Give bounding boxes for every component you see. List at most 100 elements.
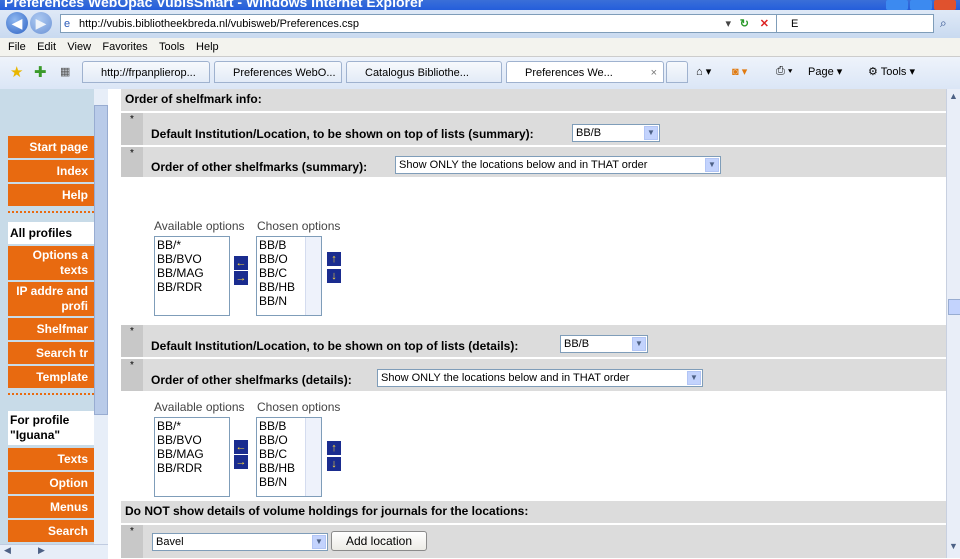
move-right-button[interactable]: → bbox=[234, 271, 248, 285]
address-bar-row: ◀ ▶ e http://vubis.bibliotheekbreda.nl/v… bbox=[0, 10, 960, 38]
list-scrollbar[interactable] bbox=[305, 418, 321, 496]
search-input[interactable]: E bbox=[776, 14, 934, 33]
forward-button[interactable]: ▶ bbox=[30, 12, 52, 34]
search-icon[interactable]: ⌕ bbox=[940, 16, 947, 31]
favorites-star-icon[interactable]: ★ bbox=[10, 63, 23, 81]
sidebar-template[interactable]: Template bbox=[8, 366, 94, 388]
list-item[interactable]: BB/RDR bbox=[157, 280, 227, 294]
close-window-button[interactable] bbox=[934, 0, 956, 10]
sidebar-menus[interactable]: Menus bbox=[8, 496, 94, 518]
print-icon[interactable]: ⎙ ▾ bbox=[776, 65, 792, 78]
tab-label: Preferences We... bbox=[525, 67, 613, 79]
ie-page-icon: e bbox=[64, 18, 71, 30]
order-shelfmarks-details-label: Order of other shelfmarks (details): bbox=[151, 373, 352, 387]
tab-preferences-webo[interactable]: Preferences WebO... bbox=[214, 61, 342, 83]
quick-tabs-icon[interactable]: ▦ bbox=[60, 65, 70, 78]
new-tab-button[interactable] bbox=[666, 61, 688, 83]
chevron-down-icon: ▼ bbox=[644, 126, 658, 140]
sidebar-search[interactable]: Search bbox=[8, 520, 94, 542]
row-marker: * bbox=[121, 113, 143, 145]
home-icon[interactable]: ⌂ ▾ bbox=[696, 65, 711, 78]
scroll-up-icon[interactable]: ▲ bbox=[949, 91, 958, 101]
move-up-button[interactable]: ↑ bbox=[327, 252, 341, 266]
stop-icon[interactable]: ✕ bbox=[760, 15, 769, 34]
scroll-right-icon[interactable]: ▶ bbox=[38, 545, 45, 556]
tab-frpanplierop[interactable]: http://frpanplierop... bbox=[82, 61, 210, 83]
add-location-button[interactable]: Add location bbox=[331, 531, 427, 551]
list-item[interactable]: BB/MAG bbox=[157, 447, 227, 461]
chevron-down-icon: ▼ bbox=[705, 158, 719, 172]
chosen-options-summary-list[interactable]: BB/B BB/O BB/C BB/HB BB/N bbox=[256, 236, 322, 316]
tab-preferences-we-active[interactable]: Preferences We... × bbox=[506, 61, 664, 83]
sidebar-ip-address[interactable]: IP addre and profi bbox=[8, 282, 94, 316]
sidebar-divider bbox=[8, 211, 94, 217]
list-item[interactable]: BB/MAG bbox=[157, 266, 227, 280]
scroll-down-icon[interactable]: ▼ bbox=[949, 541, 958, 551]
list-item[interactable]: BB/RDR bbox=[157, 461, 227, 475]
search-text: E bbox=[791, 18, 799, 30]
sidebar-index[interactable]: Index bbox=[8, 160, 94, 182]
order-shelfmarks-summary-label: Order of other shelfmarks (summary): bbox=[151, 160, 368, 174]
default-location-details-select[interactable]: BB/B ▼ bbox=[560, 335, 648, 353]
list-scrollbar[interactable] bbox=[305, 237, 321, 315]
minimize-button[interactable] bbox=[886, 0, 908, 10]
available-options-header: Available options bbox=[154, 219, 245, 233]
location-select[interactable]: Bavel ▼ bbox=[152, 533, 328, 551]
move-down-button[interactable]: ↓ bbox=[327, 457, 341, 471]
order-shelfmarks-summary-row: * Order of other shelfmarks (summary): S… bbox=[121, 147, 946, 177]
sidebar-texts[interactable]: Texts bbox=[8, 448, 94, 470]
row-marker: * bbox=[121, 147, 143, 177]
tools-menu[interactable]: ⚙ Tools ▾ bbox=[868, 65, 915, 78]
list-item[interactable]: BB/* bbox=[157, 419, 227, 433]
move-down-button[interactable]: ↓ bbox=[327, 269, 341, 283]
gear-icon: ⚙ bbox=[868, 66, 881, 78]
menu-tools[interactable]: Tools bbox=[159, 38, 185, 56]
sidebar-search-tr[interactable]: Search tr bbox=[8, 342, 94, 364]
refresh-icon[interactable]: ↻ bbox=[740, 15, 749, 34]
menu-bar: File Edit View Favorites Tools Help bbox=[0, 38, 960, 57]
move-left-button[interactable]: ← bbox=[234, 440, 248, 454]
chosen-options-header: Chosen options bbox=[257, 400, 341, 414]
available-options-summary-list[interactable]: BB/* BB/BVO BB/MAG BB/RDR bbox=[154, 236, 230, 316]
menu-file[interactable]: File bbox=[8, 38, 26, 56]
sidebar-help[interactable]: Help bbox=[8, 184, 94, 206]
tab-close-icon[interactable]: × bbox=[651, 62, 657, 82]
menu-favorites[interactable]: Favorites bbox=[102, 38, 147, 56]
sidebar-start-page[interactable]: Start page bbox=[8, 136, 94, 158]
section-title: Order of shelfmark info: bbox=[125, 92, 262, 106]
page-menu[interactable]: Page ▾ bbox=[808, 65, 842, 78]
default-location-summary-row: * Default Institution/Location, to be sh… bbox=[121, 113, 946, 145]
menu-view[interactable]: View bbox=[67, 38, 91, 56]
menu-edit[interactable]: Edit bbox=[37, 38, 56, 56]
url-dropdown-icon[interactable]: ▾ bbox=[725, 15, 731, 34]
list-item[interactable]: BB/BVO bbox=[157, 252, 227, 266]
move-up-button[interactable]: ↑ bbox=[327, 441, 341, 455]
menu-help[interactable]: Help bbox=[196, 38, 219, 56]
url-input[interactable]: e http://vubis.bibliotheekbreda.nl/vubis… bbox=[60, 14, 780, 33]
add-favorite-icon[interactable]: ✚ bbox=[34, 63, 47, 81]
row-marker: * bbox=[121, 359, 143, 391]
sidebar-shelfmark[interactable]: Shelfmar bbox=[8, 318, 94, 340]
move-left-button[interactable]: ← bbox=[234, 256, 248, 270]
sidebar-options[interactable]: Option bbox=[8, 472, 94, 494]
scroll-left-icon[interactable]: ◀ bbox=[4, 545, 11, 556]
sidebar-options-texts[interactable]: Options a texts bbox=[8, 246, 94, 280]
feeds-icon[interactable]: ◙ ▾ bbox=[732, 65, 747, 78]
default-location-summary-select[interactable]: BB/B ▼ bbox=[572, 124, 660, 142]
page-scrollbar[interactable]: ▲ ▼ bbox=[946, 89, 960, 558]
default-location-details-row: * Default Institution/Location, to be sh… bbox=[121, 325, 946, 357]
order-shelfmarks-summary-select[interactable]: Show ONLY the locations below and in THA… bbox=[395, 156, 721, 174]
chosen-options-details-list[interactable]: BB/B BB/O BB/C BB/HB BB/N bbox=[256, 417, 322, 497]
move-right-button[interactable]: → bbox=[234, 455, 248, 469]
order-shelfmarks-details-select[interactable]: Show ONLY the locations below and in THA… bbox=[377, 369, 703, 387]
tab-label: http://frpanplierop... bbox=[101, 67, 196, 79]
list-item[interactable]: BB/BVO bbox=[157, 433, 227, 447]
page-scrollbar-thumb[interactable] bbox=[948, 299, 960, 315]
tab-catalogus[interactable]: Catalogus Bibliothe... bbox=[346, 61, 502, 83]
list-item[interactable]: BB/* bbox=[157, 238, 227, 252]
available-options-details-list[interactable]: BB/* BB/BVO BB/MAG BB/RDR bbox=[154, 417, 230, 497]
sidebar-scrollbar-thumb[interactable] bbox=[94, 105, 108, 415]
back-button[interactable]: ◀ bbox=[6, 12, 28, 34]
maximize-button[interactable] bbox=[910, 0, 932, 10]
sidebar-horizontal-scrollbar[interactable]: ◀ ▶ bbox=[0, 544, 108, 559]
